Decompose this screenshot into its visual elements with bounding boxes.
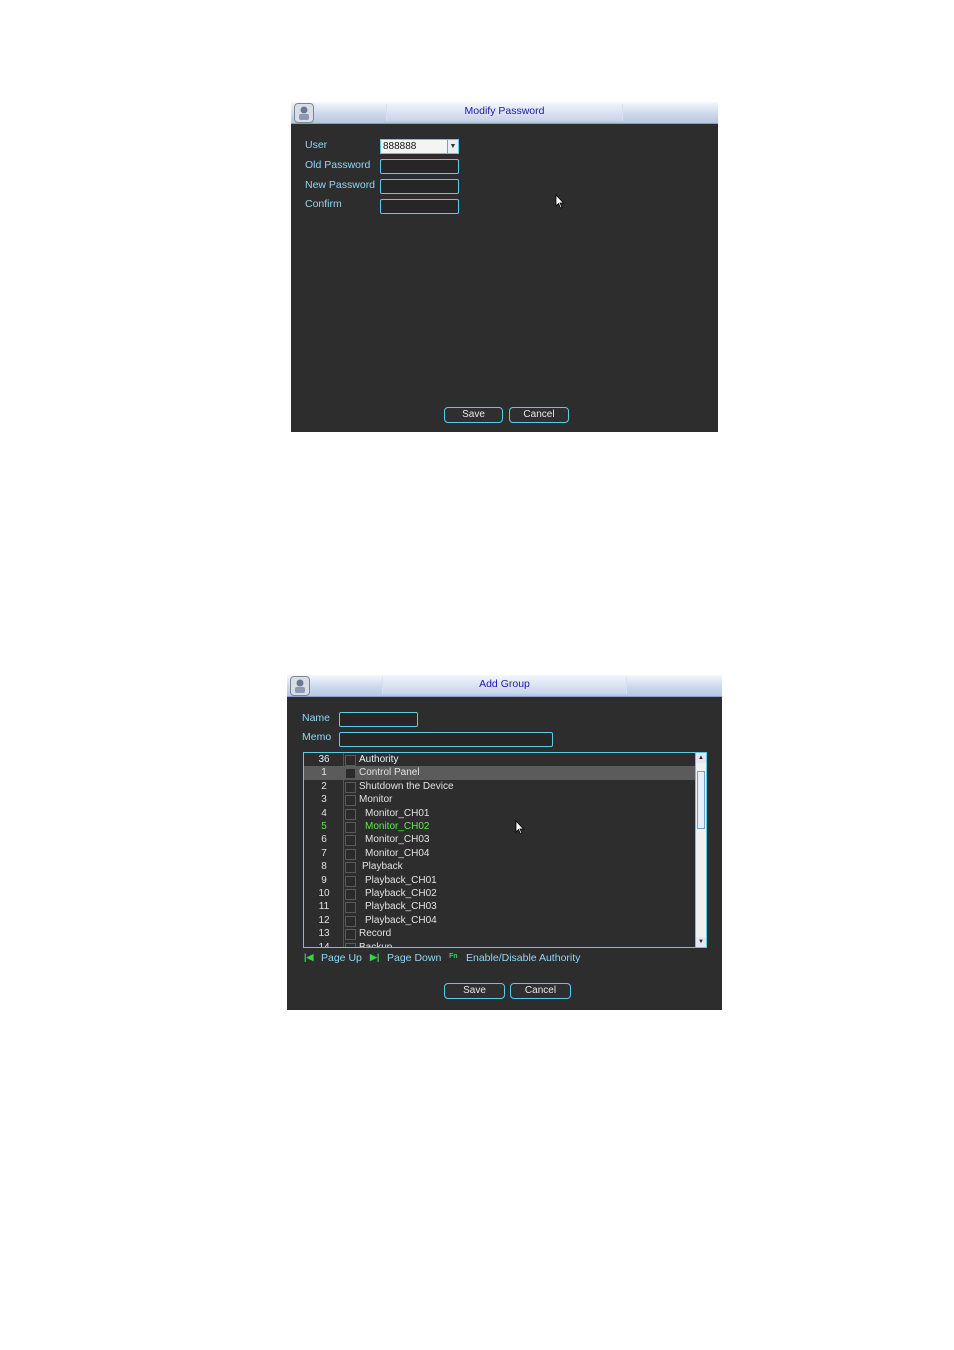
- dialog-title: Add Group: [479, 678, 530, 690]
- page-down-icon: ▶|: [370, 952, 380, 962]
- row-number: 5: [321, 821, 327, 832]
- authority-checkbox[interactable]: [345, 929, 356, 941]
- scroll-up-icon[interactable]: ▲: [696, 753, 706, 763]
- new-password-label: New Password: [305, 179, 376, 191]
- authority-name: Monitor: [359, 794, 393, 806]
- authority-name: Playback_CH01: [365, 874, 437, 886]
- table-row[interactable]: 2 Shutdown the Device: [304, 780, 695, 793]
- authority-checkbox[interactable]: [345, 875, 356, 887]
- row-number: 14: [318, 941, 330, 948]
- page-down-label: Page Down: [387, 952, 442, 964]
- mouse-pointer-icon: [555, 194, 565, 209]
- table-header: 36 Authority: [304, 753, 695, 766]
- authority-name: Record: [359, 928, 392, 940]
- confirm-label: Confirm: [305, 198, 342, 210]
- row-number: 1: [321, 767, 327, 779]
- authority-name: Playback_CH03: [365, 901, 437, 913]
- table-row[interactable]: 4 Monitor_CH01: [304, 807, 695, 820]
- authority-checkbox[interactable]: [345, 835, 356, 847]
- old-password-field[interactable]: [380, 159, 459, 174]
- save-button[interactable]: Save: [444, 983, 505, 999]
- authority-name: Monitor_CH04: [365, 847, 430, 859]
- row-number: 9: [321, 874, 327, 886]
- table-row[interactable]: 12 Playback_CH04: [304, 914, 695, 927]
- row-number: 2: [321, 780, 327, 792]
- row-number: 3: [321, 794, 327, 806]
- page-up-label: Page Up: [321, 952, 362, 964]
- confirm-password-field[interactable]: [380, 199, 459, 214]
- user-select-value: 888888: [383, 141, 417, 152]
- authority-name: Shutdown the Device: [359, 780, 454, 792]
- authority-table: 36 Authority 1 Control Panel 2 Shutdown the…: [303, 752, 707, 948]
- table-row[interactable]: 11 Playback_CH03: [304, 900, 695, 914]
- scroll-thumb[interactable]: [697, 771, 705, 829]
- authority-name: Playback_CH02: [365, 888, 437, 899]
- enable-disable-label: Enable/Disable Authority: [466, 952, 581, 964]
- cancel-button[interactable]: Cancel: [510, 983, 571, 999]
- row-number: 4: [321, 807, 327, 819]
- user-select[interactable]: 888888 ▼: [380, 139, 459, 154]
- authority-checkbox[interactable]: [345, 902, 356, 914]
- select-all-checkbox[interactable]: [345, 755, 356, 766]
- memo-label: Memo: [302, 731, 332, 743]
- authority-checkbox[interactable]: [345, 889, 356, 900]
- memo-field[interactable]: [339, 732, 553, 747]
- title-bar: Add Group: [287, 675, 722, 697]
- page-up-icon: |◀: [304, 952, 314, 962]
- table-row[interactable]: 14 Backup: [304, 941, 695, 948]
- table-row[interactable]: 10 Playback_CH02: [304, 887, 695, 900]
- authority-checkbox[interactable]: [345, 781, 356, 793]
- cancel-button[interactable]: Cancel: [509, 407, 569, 423]
- old-password-label: Old Password: [305, 159, 371, 171]
- authority-name: Control Panel: [359, 767, 420, 779]
- scroll-down-icon[interactable]: ▼: [696, 937, 706, 947]
- row-number: 11: [318, 901, 330, 913]
- authority-name: Monitor_CH01: [365, 807, 430, 819]
- name-label: Name: [302, 712, 331, 724]
- modify-password-dialog: Modify Password User 888888 ▼ Old Passwo…: [291, 102, 718, 432]
- user-label: User: [305, 139, 328, 151]
- authority-name: Playback_CH04: [365, 914, 437, 926]
- authority-checkbox[interactable]: [345, 768, 356, 780]
- scrollbar[interactable]: ▲ ▼: [695, 753, 706, 947]
- authority-name: Monitor_CH03: [365, 834, 430, 846]
- authority-header: Authority: [359, 754, 399, 765]
- authority-count: 36: [318, 754, 330, 765]
- chevron-down-icon[interactable]: ▼: [447, 140, 458, 153]
- table-row[interactable]: 5 Monitor_CH02: [304, 820, 695, 833]
- row-number: 13: [318, 928, 330, 940]
- name-field[interactable]: [339, 712, 418, 727]
- row-number: 6: [321, 834, 327, 846]
- dialog-title: Modify Password: [464, 105, 545, 117]
- table-row[interactable]: 7 Monitor_CH04: [304, 847, 695, 860]
- authority-checkbox[interactable]: [345, 848, 356, 860]
- title-bar: Modify Password: [291, 102, 718, 124]
- authority-checkbox[interactable]: [345, 942, 356, 947]
- authority-checkbox[interactable]: [345, 808, 356, 820]
- new-password-field[interactable]: [380, 179, 459, 194]
- row-number: 7: [321, 847, 327, 859]
- add-group-dialog: Add Group Name Memo 36 Authority 1 Contro…: [287, 675, 722, 1010]
- table-row[interactable]: 6 Monitor_CH03: [304, 833, 695, 847]
- authority-name: Backup: [359, 941, 393, 948]
- authority-name: Playback: [362, 861, 403, 873]
- table-row[interactable]: 3 Monitor: [304, 793, 695, 807]
- table-row[interactable]: 1 Control Panel: [304, 766, 695, 780]
- mouse-pointer-icon: [515, 820, 525, 835]
- authority-checkbox[interactable]: [345, 915, 356, 927]
- authority-checkbox[interactable]: [345, 822, 356, 833]
- table-row[interactable]: 8 Playback: [304, 860, 695, 874]
- table-row[interactable]: 9 Playback_CH01: [304, 874, 695, 887]
- fn-key-icon: Fn: [449, 953, 458, 960]
- row-number: 10: [318, 888, 330, 899]
- row-number: 12: [318, 914, 330, 926]
- authority-name: Monitor_CH02: [365, 821, 430, 832]
- authority-checkbox[interactable]: [345, 862, 356, 874]
- table-row[interactable]: 13 Record: [304, 927, 695, 941]
- authority-checkbox[interactable]: [345, 795, 356, 807]
- row-number: 8: [321, 861, 327, 873]
- save-button[interactable]: Save: [444, 407, 503, 423]
